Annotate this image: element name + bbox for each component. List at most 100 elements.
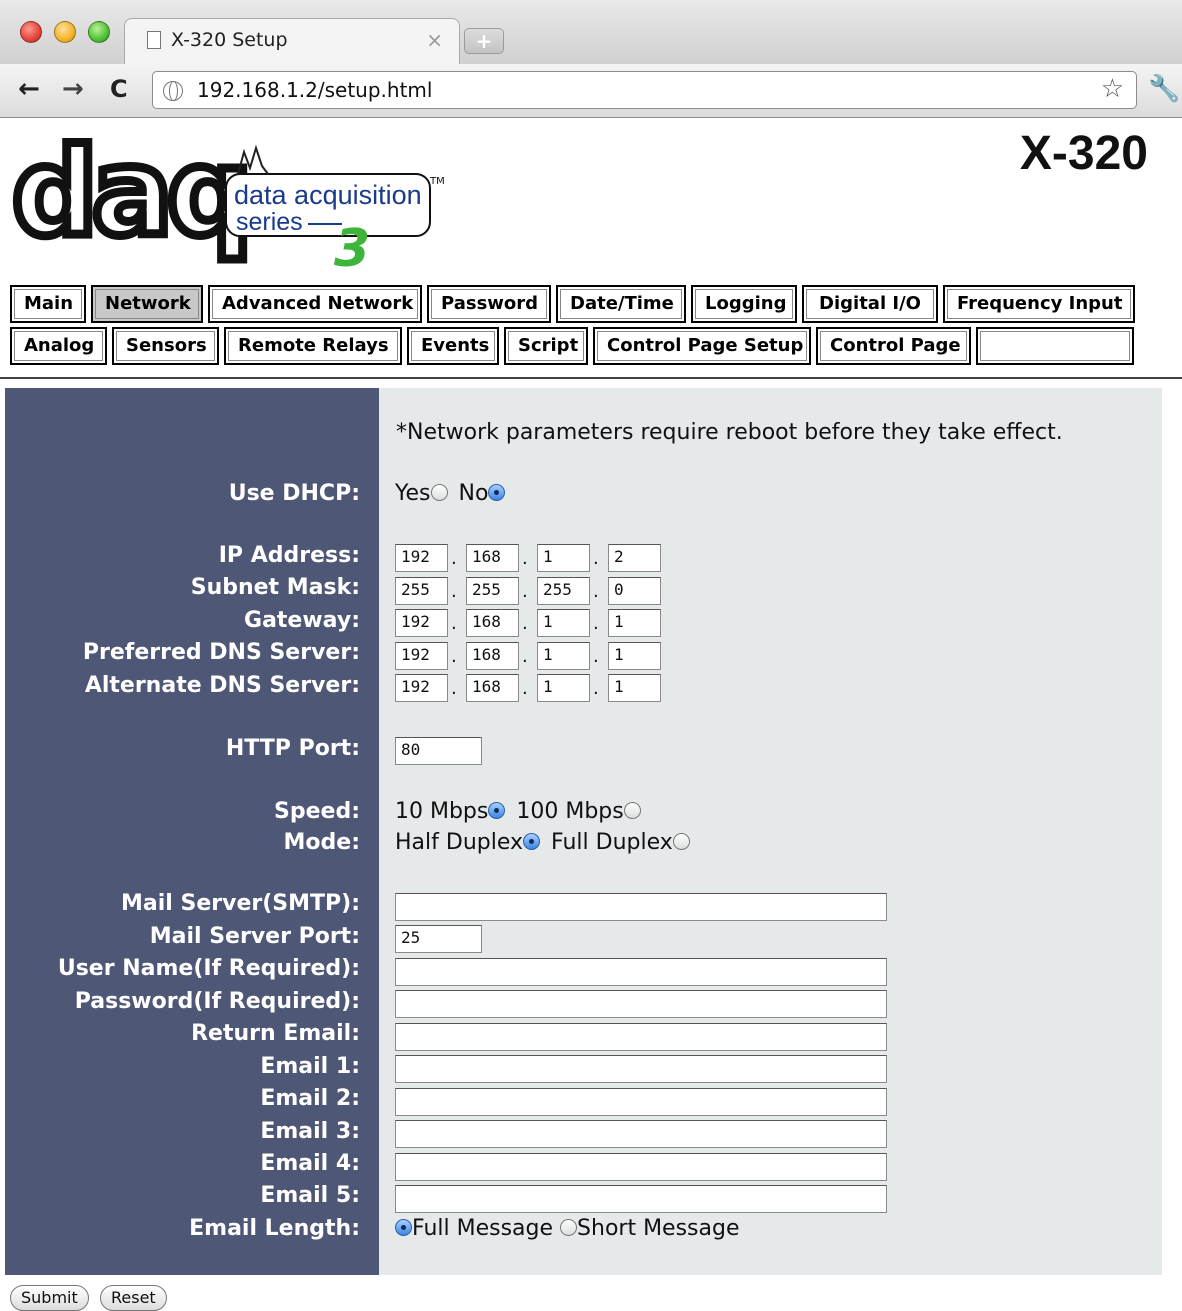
window-maximize-button[interactable] [88, 21, 110, 43]
pdns-octet-3[interactable]: 1 [537, 642, 590, 670]
return-email-input[interactable] [395, 1023, 887, 1051]
dhcp-yes-label: Yes [395, 481, 431, 506]
tab-password[interactable]: Password [427, 285, 551, 323]
forward-icon[interactable]: → [62, 74, 84, 104]
mode-full-radio[interactable] [672, 833, 690, 850]
new-tab-button[interactable]: + [464, 28, 504, 54]
subnet-octet-1[interactable]: 255 [395, 577, 448, 605]
mode-half-label: Half Duplex [395, 830, 524, 855]
speed-10-radio[interactable] [488, 802, 506, 819]
tab-frequency-input[interactable]: Frequency Input [943, 285, 1135, 323]
subnet-octet-2[interactable]: 255 [466, 577, 519, 605]
gateway-octet-3[interactable]: 1 [537, 609, 590, 637]
ip-octet-1[interactable]: 192 [395, 544, 448, 572]
tab-remote-relays[interactable]: Remote Relays [224, 327, 402, 365]
tab-main[interactable]: Main [10, 285, 86, 323]
browser-toolbar: ← → C 192.168.1.2/setup.html ☆ 🔧 [0, 64, 1182, 118]
wrench-icon[interactable]: 🔧 [1148, 74, 1180, 104]
adns-octet-3[interactable]: 1 [537, 674, 590, 702]
window-minimize-button[interactable] [54, 21, 76, 43]
subnet-octet-3[interactable]: 255 [537, 577, 590, 605]
adns-octet-2[interactable]: 168 [466, 674, 519, 702]
daq-logo: daq data acquisition series TM 3 [12, 138, 445, 270]
address-bar[interactable]: 192.168.1.2/setup.html ☆ [152, 71, 1137, 109]
email-length-options: Full Message Short Message [395, 1216, 740, 1241]
gateway-octet-2[interactable]: 168 [466, 609, 519, 637]
mode-half-radio[interactable] [523, 833, 541, 850]
smtp-label: Mail Server(SMTP): [121, 891, 360, 916]
speed-100-label: 100 Mbps [516, 799, 624, 824]
email-length-label: Email Length: [189, 1216, 360, 1241]
tab-digital-io[interactable]: Digital I/O [802, 285, 938, 323]
email-1-input[interactable] [395, 1055, 887, 1083]
subnet-octet-4[interactable]: 0 [608, 577, 661, 605]
email-2-input[interactable] [395, 1088, 887, 1116]
password-input[interactable] [395, 990, 887, 1018]
mail-port-input[interactable]: 25 [395, 925, 482, 953]
url-text[interactable]: 192.168.1.2/setup.html [197, 78, 432, 102]
tab-analog[interactable]: Analog [10, 327, 107, 365]
logo-daq-text: daq [12, 138, 247, 263]
adns-octet-1[interactable]: 192 [395, 674, 448, 702]
pdns-octet-4[interactable]: 1 [608, 642, 661, 670]
gateway-octet-1[interactable]: 192 [395, 609, 448, 637]
dhcp-label: Use DHCP: [228, 481, 360, 506]
logo-tm: TM [429, 176, 445, 187]
back-icon[interactable]: ← [18, 74, 40, 104]
reboot-note: *Network parameters require reboot befor… [396, 420, 1063, 445]
tab-logging[interactable]: Logging [691, 285, 797, 323]
speed-label: Speed: [274, 799, 360, 824]
email-4-label: Email 4: [260, 1151, 360, 1176]
tab-title: X-320 Setup [171, 29, 288, 51]
submit-button[interactable]: Submit [10, 1285, 89, 1311]
logo-number: 3 [334, 219, 370, 270]
star-icon[interactable]: ☆ [1101, 74, 1124, 104]
mode-full-label: Full Duplex [551, 830, 673, 855]
browser-tab[interactable]: X-320 Setup × [124, 18, 460, 64]
length-short-label: Short Message [577, 1216, 740, 1241]
tab-events[interactable]: Events [407, 327, 499, 365]
email-3-label: Email 3: [260, 1119, 360, 1144]
ip-octet-3[interactable]: 1 [537, 544, 590, 572]
alternate-dns-label: Alternate DNS Server: [84, 673, 360, 698]
return-email-label: Return Email: [191, 1021, 360, 1046]
nav-tabs-row-2: Analog Sensors Remote Relays Events Scri… [10, 327, 1134, 365]
email-5-input[interactable] [395, 1185, 887, 1213]
divider [0, 377, 1182, 379]
tab-sensors[interactable]: Sensors [112, 327, 219, 365]
tab-control-page[interactable]: Control Page [816, 327, 971, 365]
preferred-dns-label: Preferred DNS Server: [82, 640, 360, 665]
gateway-octet-4[interactable]: 1 [608, 609, 661, 637]
tab-network[interactable]: Network [91, 285, 203, 323]
username-input[interactable] [395, 958, 887, 986]
ip-octet-4[interactable]: 2 [608, 544, 661, 572]
pdns-octet-1[interactable]: 192 [395, 642, 448, 670]
window-close-button[interactable] [20, 21, 42, 43]
email-4-input[interactable] [395, 1153, 887, 1181]
tab-control-page-setup[interactable]: Control Page Setup [593, 327, 811, 365]
speed-options: 10 Mbps 100 Mbps [395, 799, 641, 824]
tab-advanced-network[interactable]: Advanced Network [208, 285, 422, 323]
subnet-mask-label: Subnet Mask: [190, 575, 360, 600]
mail-port-label: Mail Server Port: [149, 924, 360, 949]
tab-close-icon[interactable]: × [426, 28, 443, 52]
pdns-octet-2[interactable]: 168 [466, 642, 519, 670]
dhcp-no-radio[interactable] [488, 484, 506, 501]
email-3-input[interactable] [395, 1120, 887, 1148]
tab-date-time[interactable]: Date/Time [556, 285, 686, 323]
http-port-input[interactable]: 80 [395, 737, 482, 765]
reset-button[interactable]: Reset [100, 1285, 167, 1311]
ip-octet-2[interactable]: 168 [466, 544, 519, 572]
speed-100-radio[interactable] [623, 802, 641, 819]
dhcp-yes-radio[interactable] [430, 484, 448, 501]
speed-10-label: 10 Mbps [395, 799, 489, 824]
adns-octet-4[interactable]: 1 [608, 674, 661, 702]
length-full-radio[interactable] [395, 1219, 412, 1236]
browser-titlebar: X-320 Setup × + [0, 0, 1182, 64]
smtp-input[interactable] [395, 893, 887, 921]
length-short-radio[interactable] [560, 1219, 578, 1236]
reload-icon[interactable]: C [110, 75, 128, 103]
gateway-label: Gateway: [244, 608, 360, 633]
tab-script[interactable]: Script [504, 327, 588, 365]
mode-options: Half Duplex Full Duplex [395, 830, 690, 855]
